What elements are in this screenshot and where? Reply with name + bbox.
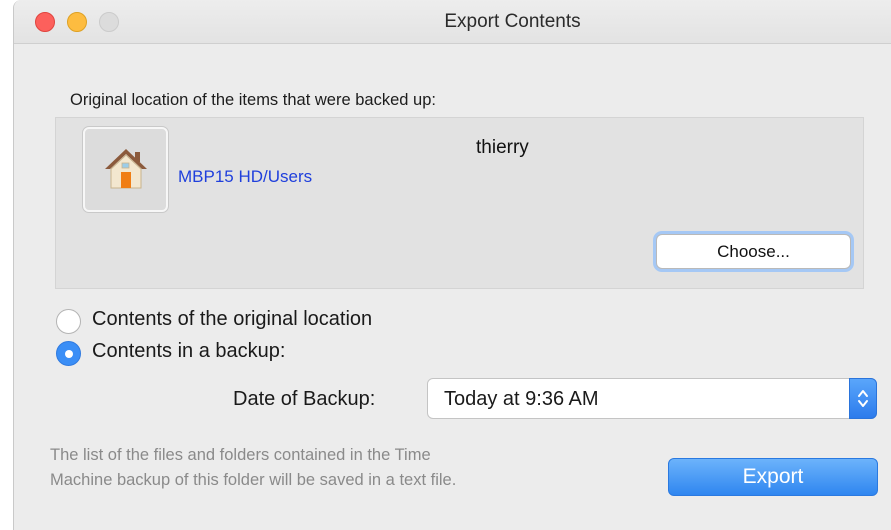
home-folder-icon	[105, 149, 147, 189]
info-line-1: The list of the files and folders contai…	[50, 446, 431, 464]
original-location-heading: Original location of the items that were…	[70, 91, 436, 109]
title-bar: Export Contents	[14, 0, 891, 44]
radio-backup-label: Contents in a backup:	[92, 340, 286, 362]
location-path-link[interactable]: MBP15 HD/Users	[178, 167, 312, 187]
window-title: Export Contents	[444, 11, 581, 32]
info-line-2: Machine backup of this folder will be sa…	[50, 471, 457, 489]
folder-icon-tile	[83, 127, 168, 212]
choose-button[interactable]: Choose...	[656, 234, 851, 269]
radio-button-backup[interactable]	[56, 341, 81, 366]
date-of-backup-value: Today at 9:36 AM	[444, 388, 599, 410]
popup-arrows-icon[interactable]	[849, 378, 877, 419]
export-button[interactable]: Export	[668, 458, 878, 496]
info-text: The list of the files and folders contai…	[50, 443, 640, 493]
folder-name: thierry	[476, 137, 529, 158]
radio-button-original[interactable]	[56, 309, 81, 334]
export-contents-window: Export Contents Original location of the…	[13, 0, 891, 530]
radio-original-label: Contents of the original location	[92, 308, 373, 330]
date-of-backup-label: Date of Backup:	[233, 388, 376, 410]
date-of-backup-select[interactable]: Today at 9:36 AM	[427, 378, 877, 419]
original-location-panel: MBP15 HD/Users thierry Choose...	[55, 117, 864, 289]
